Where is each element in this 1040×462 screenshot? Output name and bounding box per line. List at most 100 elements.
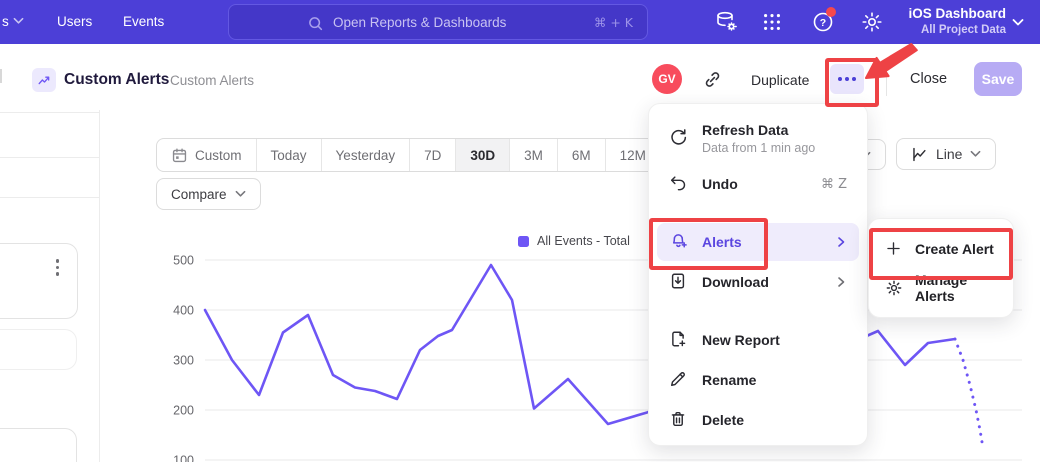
chevron-down-icon xyxy=(13,17,24,25)
delete-icon xyxy=(669,410,689,430)
chart-type-label: Line xyxy=(936,146,962,162)
chevron-right-icon xyxy=(835,236,847,248)
chart-legend: All Events - Total xyxy=(518,234,630,248)
page-title: Custom Alerts xyxy=(64,71,169,89)
left-panel-card[interactable] xyxy=(0,329,77,370)
submenu-item-label: Manage Alerts xyxy=(915,272,997,304)
date-range-label: 12M xyxy=(620,148,646,163)
nav-item-cut[interactable]: s xyxy=(2,14,9,29)
date-range-6m[interactable]: 6M xyxy=(557,139,605,171)
search-icon xyxy=(307,15,324,32)
help-icon[interactable]: ? xyxy=(811,10,835,34)
date-range-label: Custom xyxy=(195,148,242,163)
close-button[interactable]: Close xyxy=(910,71,947,87)
date-range-label: 3M xyxy=(524,148,543,163)
date-range-label: 30D xyxy=(470,148,495,163)
rename-icon xyxy=(669,370,689,390)
menu-item-undo[interactable]: Undo ⌘ Z xyxy=(657,165,859,203)
compare-label: Compare xyxy=(171,187,227,202)
menu-item-label: Refresh Data xyxy=(702,122,815,138)
menu-item-shortcut: ⌘ Z xyxy=(821,177,847,192)
data-model-icon[interactable] xyxy=(714,10,738,34)
menu-item-sublabel: Data from 1 min ago xyxy=(702,141,815,155)
menu-item-download[interactable]: Download xyxy=(657,263,859,301)
search-bar[interactable]: Open Reports & Dashboards ⌘ + K xyxy=(228,4,648,40)
app: 100200300400500 All Events - Total Custo… xyxy=(0,0,1040,462)
alerts-submenu: Create Alert Manage Alerts xyxy=(868,218,1014,318)
plus-icon xyxy=(885,240,903,258)
menu-item-label: Delete xyxy=(702,412,744,428)
submenu-item-create-alert[interactable]: Create Alert xyxy=(869,231,1013,267)
chevron-down-icon xyxy=(970,150,981,158)
menu-item-label: New Report xyxy=(702,332,780,348)
dot xyxy=(838,77,842,81)
cut-off-element xyxy=(0,69,2,83)
calendar-icon xyxy=(171,147,188,164)
date-range-label: Today xyxy=(271,148,307,163)
menu-item-alerts[interactable]: Alerts xyxy=(657,223,859,261)
menu-item-new-report[interactable]: New Report xyxy=(657,321,859,359)
menu-item-label: Alerts xyxy=(702,234,742,250)
nav-item-events[interactable]: Events xyxy=(123,14,164,29)
chevron-down-icon xyxy=(1012,18,1024,27)
top-nav: s Users Events Open Reports & Dashboards… xyxy=(0,0,1040,44)
breadcrumb: Custom Alerts xyxy=(170,73,254,88)
alert-bell-icon xyxy=(669,232,689,252)
save-button[interactable]: Save xyxy=(974,62,1022,96)
date-range-3m[interactable]: 3M xyxy=(509,139,557,171)
compare-button[interactable]: Compare xyxy=(156,178,261,210)
settings-icon[interactable] xyxy=(860,10,884,34)
dot xyxy=(845,77,849,81)
more-options-button[interactable] xyxy=(830,64,864,94)
y-tick-label: 200 xyxy=(173,404,194,418)
left-panel-divider xyxy=(0,157,99,158)
y-tick-label: 300 xyxy=(173,354,194,368)
gear-icon xyxy=(885,279,903,297)
nav-item-users[interactable]: Users xyxy=(57,14,92,29)
date-range-custom[interactable]: Custom xyxy=(157,139,256,171)
project-name: iOS Dashboard xyxy=(908,5,1006,23)
chevron-right-icon xyxy=(835,276,847,288)
legend-swatch xyxy=(518,236,529,247)
legend-label: All Events - Total xyxy=(537,234,630,248)
menu-item-label: Undo xyxy=(702,176,738,192)
left-panel-divider xyxy=(0,197,99,198)
submenu-item-label: Create Alert xyxy=(915,241,994,257)
apps-grid-icon[interactable] xyxy=(761,11,785,35)
left-panel-card[interactable] xyxy=(0,243,78,319)
project-switcher[interactable]: iOS Dashboard All Project Data xyxy=(908,5,1006,38)
new-report-icon xyxy=(669,330,689,350)
left-panel-card[interactable] xyxy=(0,428,77,462)
date-range-30d[interactable]: 30D xyxy=(455,139,509,171)
dot xyxy=(852,77,856,81)
date-range-yesterday[interactable]: Yesterday xyxy=(321,139,410,171)
date-range-label: Yesterday xyxy=(336,148,396,163)
svg-text:?: ? xyxy=(820,17,826,29)
share-link-icon[interactable] xyxy=(703,70,722,89)
report-icon xyxy=(32,68,56,92)
avatar[interactable]: GV xyxy=(652,64,682,94)
left-panel-border xyxy=(99,110,100,462)
duplicate-button[interactable]: Duplicate xyxy=(751,72,809,88)
divider xyxy=(886,62,887,96)
menu-item-label: Rename xyxy=(702,372,756,388)
menu-item-refresh-data[interactable]: Refresh Data Data from 1 min ago xyxy=(657,113,859,163)
menu-item-label: Download xyxy=(702,274,769,290)
undo-icon xyxy=(669,174,689,194)
context-menu: Refresh Data Data from 1 min ago Undo ⌘ Z Al… xyxy=(648,103,868,446)
chart-type-button[interactable]: Line xyxy=(896,138,996,170)
download-icon xyxy=(669,272,689,292)
date-range-today[interactable]: Today xyxy=(256,139,321,171)
menu-item-rename[interactable]: Rename xyxy=(657,361,859,399)
menu-item-delete[interactable]: Delete xyxy=(657,401,859,439)
y-tick-label: 500 xyxy=(173,254,194,268)
date-range-label: 7D xyxy=(424,148,441,163)
date-range-label: 6M xyxy=(572,148,591,163)
kebab-menu-icon[interactable] xyxy=(56,259,60,276)
search-shortcut: ⌘ + K xyxy=(594,15,633,30)
y-tick-label: 100 xyxy=(173,454,194,462)
date-range-7d[interactable]: 7D xyxy=(409,139,455,171)
project-scope: All Project Data xyxy=(908,23,1006,38)
date-range-group: Custom Today Yesterday 7D 30D 3M 6M 12M xyxy=(156,138,661,172)
submenu-item-manage-alerts[interactable]: Manage Alerts xyxy=(869,270,1013,306)
